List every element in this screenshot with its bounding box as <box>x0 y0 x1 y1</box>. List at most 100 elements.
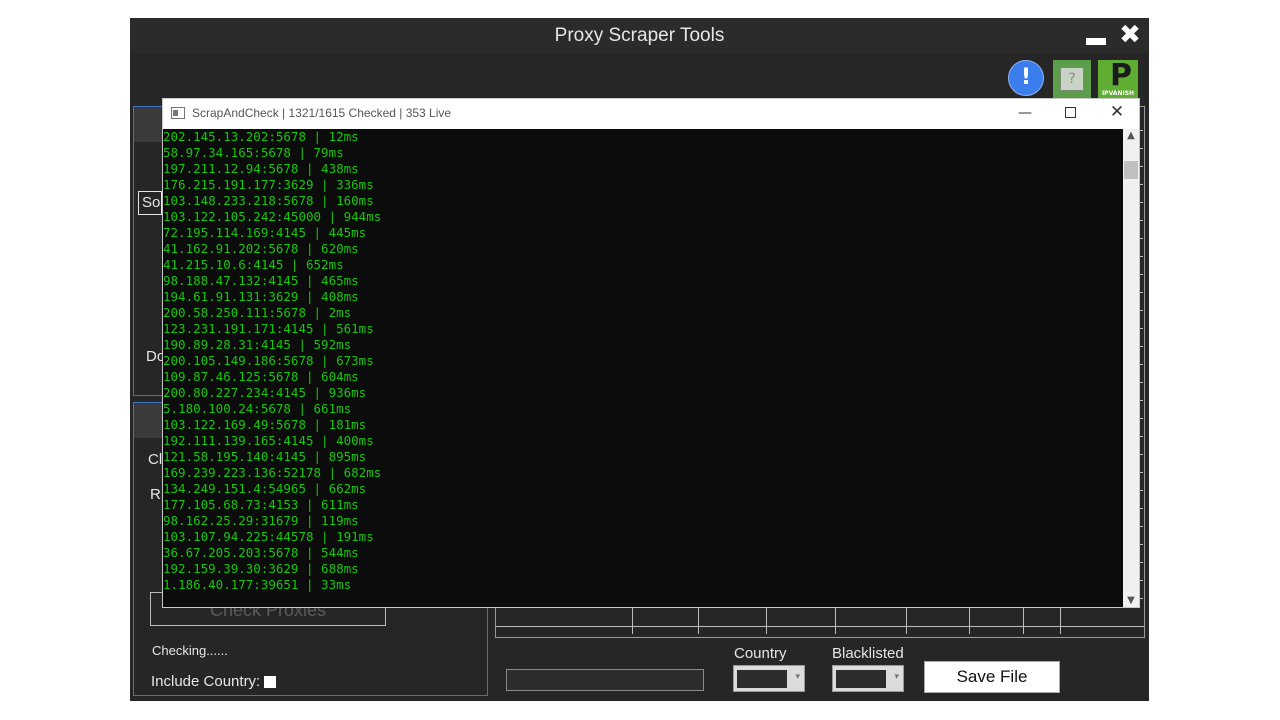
console-line: 72.195.114.169:4145 | 445ms <box>163 225 367 240</box>
console-line: 103.122.105.242:45000 | 944ms <box>163 209 382 224</box>
console-line: 134.249.151.4:54965 | 662ms <box>163 481 367 496</box>
r-label: R <box>150 486 161 503</box>
ipvanish-text: IPVANISH <box>1101 90 1135 97</box>
console-line: 103.107.94.225:44578 | 191ms <box>163 529 374 544</box>
grid-row-tick <box>1139 598 1143 599</box>
console-line: 1.186.40.177:39651 | 33ms <box>163 577 352 592</box>
console-line: 177.105.68.73:4153 | 611ms <box>163 497 359 512</box>
grid-col-line <box>835 607 836 634</box>
grid-col-line <box>698 607 699 634</box>
console-line: 197.211.12.94:5678 | 438ms <box>163 161 359 176</box>
console-line: 176.215.191.177:3629 | 336ms <box>163 177 374 192</box>
grid-row-tick <box>1139 436 1143 437</box>
grid-col-line <box>1060 607 1061 634</box>
console-line: 41.162.91.202:5678 | 620ms <box>163 241 359 256</box>
grid-row-tick <box>1139 292 1143 293</box>
console-scrollbar[interactable]: ▲ ▼ <box>1123 129 1139 607</box>
console-line: 202.145.13.202:5678 | 12ms <box>163 129 359 144</box>
grid-row-tick <box>1139 184 1143 185</box>
app-title: Proxy Scraper Tools <box>554 25 725 46</box>
scroll-up-icon[interactable]: ▲ <box>1123 130 1139 141</box>
blacklisted-select[interactable]: ▾ <box>832 665 904 692</box>
console-line: 58.97.34.165:5678 | 79ms <box>163 145 344 160</box>
grid-row-tick <box>1139 544 1143 545</box>
grid-row-tick <box>1139 454 1143 455</box>
chevron-down-icon: ▾ <box>795 672 800 682</box>
grid-row-tick <box>1139 580 1143 581</box>
console-line: 121.58.195.140:4145 | 895ms <box>163 449 367 464</box>
ipvanish-letter: P <box>1110 58 1132 93</box>
chip-core: ? <box>1060 67 1084 91</box>
grid-row-tick <box>1139 346 1143 347</box>
check-label: Cl <box>148 451 163 468</box>
blacklisted-label: Blacklisted <box>832 645 904 662</box>
status-text: Checking...... <box>152 643 228 658</box>
grid-row-tick <box>1139 472 1143 473</box>
console-line: 98.162.25.29:31679 | 119ms <box>163 513 359 528</box>
grid-row-tick <box>1139 400 1143 401</box>
blacklisted-select-value <box>836 670 886 688</box>
country-label: Country <box>734 645 787 662</box>
grid-row-tick <box>1139 220 1143 221</box>
grid-row-tick <box>1139 364 1143 365</box>
console-line: 169.239.223.136:52178 | 682ms <box>163 465 382 480</box>
ipvanish-icon[interactable]: P IPVANISH <box>1098 60 1138 98</box>
scroll-thumb[interactable] <box>1124 161 1138 179</box>
console-line: 200.80.227.234:4145 | 936ms <box>163 385 367 400</box>
country-select[interactable]: ▾ <box>733 665 805 692</box>
grid-row-tick <box>1139 328 1143 329</box>
grid-row-tick <box>1139 562 1143 563</box>
console-line: 103.148.233.218:5678 | 160ms <box>163 193 374 208</box>
grid-row-tick <box>1139 274 1143 275</box>
console-titlebar: ScrapAndCheck | 1321/1615 Checked | 353 … <box>163 99 1139 129</box>
chevron-down-icon: ▾ <box>894 672 899 682</box>
grid-row-tick <box>1139 148 1143 149</box>
minimize-icon[interactable]: — <box>1015 105 1035 121</box>
console-output: 202.145.13.202:5678 | 12ms 58.97.34.165:5… <box>163 129 1121 607</box>
grid-row-tick <box>1139 418 1143 419</box>
grid-row-tick <box>1139 256 1143 257</box>
grid-row-tick <box>1139 526 1143 527</box>
console-line: 190.89.28.31:4145 | 592ms <box>163 337 352 352</box>
source-field[interactable]: So <box>138 191 162 215</box>
grid-row-tick <box>1139 130 1143 131</box>
grid-row-tick <box>1139 238 1143 239</box>
country-select-value <box>737 670 787 688</box>
grid-col-line <box>969 607 970 634</box>
file-path-input[interactable] <box>506 669 704 691</box>
console-line: 5.180.100.24:5678 | 661ms <box>163 401 352 416</box>
console-line: 200.105.149.186:5678 | 673ms <box>163 353 374 368</box>
grid-row-tick <box>1139 490 1143 491</box>
grid-row-tick <box>1139 508 1143 509</box>
chip-icon[interactable]: ? <box>1053 60 1091 98</box>
grid-row-line <box>496 626 1144 627</box>
console-window: ScrapAndCheck | 1321/1615 Checked | 353 … <box>162 98 1140 608</box>
close-icon[interactable]: ✖ <box>1117 22 1143 48</box>
grid-col-line <box>766 607 767 634</box>
app-titlebar: Proxy Scraper Tools ✖ <box>130 18 1149 53</box>
maximize-icon[interactable] <box>1065 107 1076 118</box>
minimize-icon[interactable] <box>1086 38 1106 45</box>
console-line: 192.159.39.30:3629 | 688ms <box>163 561 359 576</box>
console-line: 194.61.91.131:3629 | 408ms <box>163 289 359 304</box>
info-icon[interactable]: ! <box>1008 60 1044 96</box>
grid-col-line <box>632 607 633 634</box>
console-line: 41.215.10.6:4145 | 652ms <box>163 257 344 272</box>
save-file-button[interactable]: Save File <box>924 661 1060 693</box>
info-glyph: ! <box>1020 65 1032 90</box>
grid-col-line <box>1023 607 1024 634</box>
console-title: ScrapAndCheck | 1321/1615 Checked | 353 … <box>192 106 452 120</box>
console-line: 192.111.139.165:4145 | 400ms <box>163 433 374 448</box>
grid-row-tick <box>1139 166 1143 167</box>
include-country-checkbox[interactable] <box>264 676 276 688</box>
console-line: 98.188.47.132:4145 | 465ms <box>163 273 359 288</box>
console-line: 109.87.46.125:5678 | 604ms <box>163 369 359 384</box>
grid-row-tick <box>1139 310 1143 311</box>
grid-row-tick <box>1139 382 1143 383</box>
grid-row-tick <box>1139 202 1143 203</box>
console-line: 123.231.191.171:4145 | 561ms <box>163 321 374 336</box>
console-line: 200.58.250.111:5678 | 2ms <box>163 305 352 320</box>
console-line: 103.122.169.49:5678 | 181ms <box>163 417 367 432</box>
scroll-down-icon[interactable]: ▼ <box>1123 595 1139 606</box>
close-icon[interactable]: ✕ <box>1107 102 1127 122</box>
